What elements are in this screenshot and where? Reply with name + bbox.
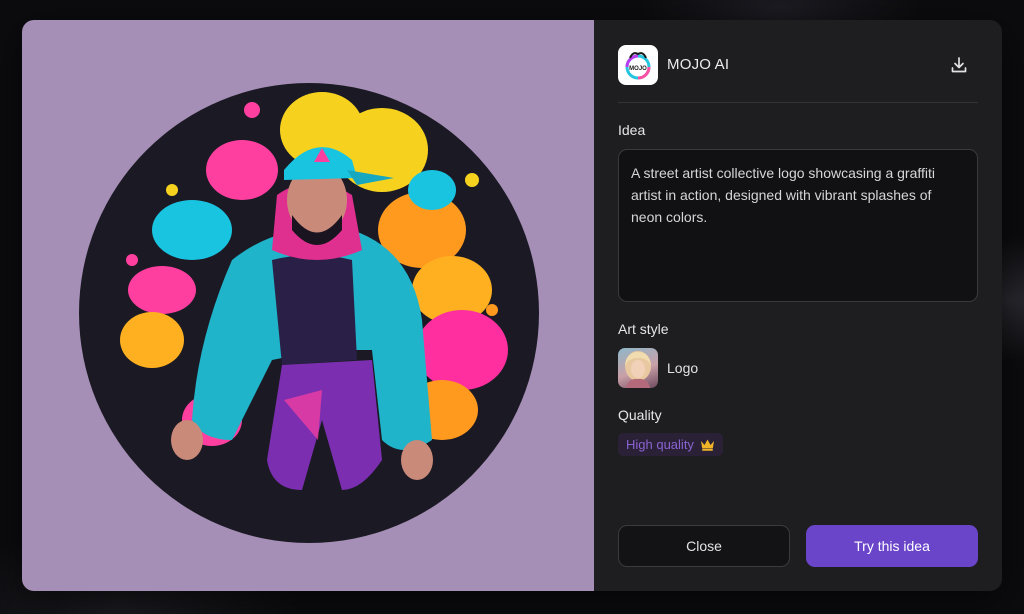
quality-badge: High quality xyxy=(618,433,723,456)
art-style-label: Art style xyxy=(618,321,669,337)
art-style-selection: Logo xyxy=(618,348,698,388)
portrait-thumbnail-image xyxy=(625,351,651,388)
idea-detail-modal: MOJO MOJO AI Idea A street artist collec… xyxy=(22,20,1002,591)
header-divider xyxy=(618,102,978,103)
mojo-logo-mark: MOJO xyxy=(625,52,651,80)
mojo-ai-logo: MOJO xyxy=(618,45,658,85)
generated-image-preview xyxy=(22,20,594,591)
app-name: MOJO AI xyxy=(667,56,730,73)
art-style-name: Logo xyxy=(667,360,699,376)
quality-value: High quality xyxy=(626,437,694,452)
idea-label: Idea xyxy=(618,122,646,138)
idea-text: A street artist collective logo showcasi… xyxy=(631,165,936,225)
quality-label: Quality xyxy=(618,407,662,423)
download-button[interactable] xyxy=(946,52,972,78)
art-style-thumbnail xyxy=(618,348,658,388)
idea-details-panel: MOJO MOJO AI Idea A street artist collec… xyxy=(594,20,1002,591)
download-icon xyxy=(951,57,967,73)
graffiti-artist-artwork xyxy=(79,83,539,543)
try-this-idea-button[interactable]: Try this idea xyxy=(806,525,978,567)
logo-wordmark: MOJO xyxy=(629,66,647,72)
close-button[interactable]: Close xyxy=(618,525,790,567)
panel-header: MOJO MOJO AI xyxy=(618,45,978,103)
idea-text-box[interactable]: A street artist collective logo showcasi… xyxy=(618,149,978,302)
crown-icon xyxy=(700,438,715,451)
